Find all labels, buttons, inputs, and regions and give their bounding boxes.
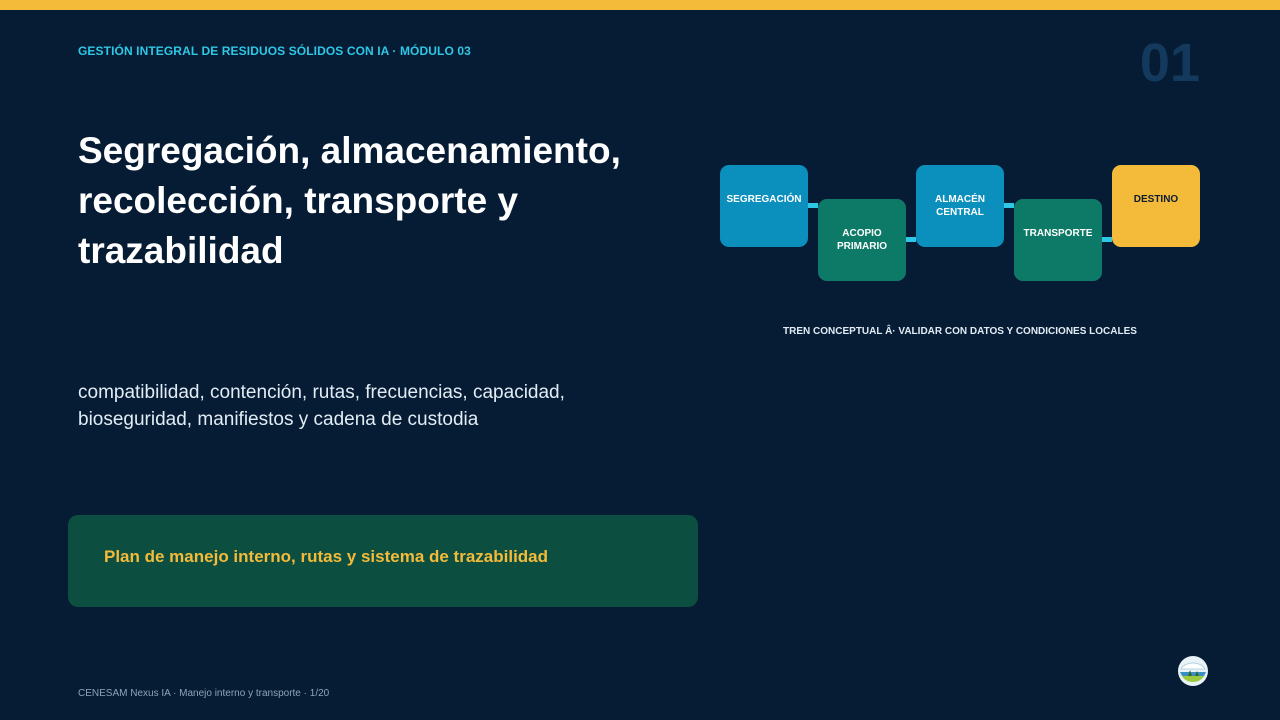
institution-logo-icon (1178, 656, 1208, 686)
flow-connector (808, 203, 818, 208)
module-eyebrow: GESTIÓN INTEGRAL DE RESIDUOS SÓLIDOS CON… (78, 44, 471, 58)
process-flow-diagram: SEGREGACIÓN ACOPIO PRIMARIO ALMACÉN CENT… (720, 165, 1200, 281)
footer-text: CENESAM Nexus IA · Manejo interno y tran… (78, 688, 330, 699)
page-title: Segregación, almacenamiento, recolección… (78, 130, 621, 271)
flow-step-label: ACOPIO PRIMARIO (837, 228, 887, 252)
top-accent-bar (0, 0, 1280, 10)
flow-step-almacen-central: ALMACÉN CENTRAL (916, 165, 1004, 247)
flow-connector (1004, 203, 1014, 208)
slide-number: 01 (1139, 33, 1200, 93)
flow-connector (1102, 237, 1112, 242)
flow-step-label: ALMACÉN CENTRAL (935, 194, 985, 218)
flow-connector (906, 237, 916, 242)
flow-step-label: SEGREGACIÓN (726, 194, 802, 205)
flow-step-destino: DESTINO (1112, 165, 1200, 247)
flow-step-transporte: TRANSPORTE (1014, 199, 1102, 281)
page-subtitle: compatibilidad, contención, rutas, frecu… (78, 382, 565, 430)
flow-step-label: TRANSPORTE (1023, 228, 1093, 239)
callout-text: Plan de manejo interno, rutas y sistema … (104, 547, 549, 566)
flow-step-segregacion: SEGREGACIÓN (720, 165, 808, 247)
flow-caption: TREN CONCEPTUAL Â· VALIDAR CON DATOS Y C… (783, 326, 1137, 337)
flow-step-label: DESTINO (1133, 194, 1179, 205)
deliverable-callout: Plan de manejo interno, rutas y sistema … (68, 515, 698, 607)
flow-step-acopio-primario: ACOPIO PRIMARIO (818, 199, 906, 281)
